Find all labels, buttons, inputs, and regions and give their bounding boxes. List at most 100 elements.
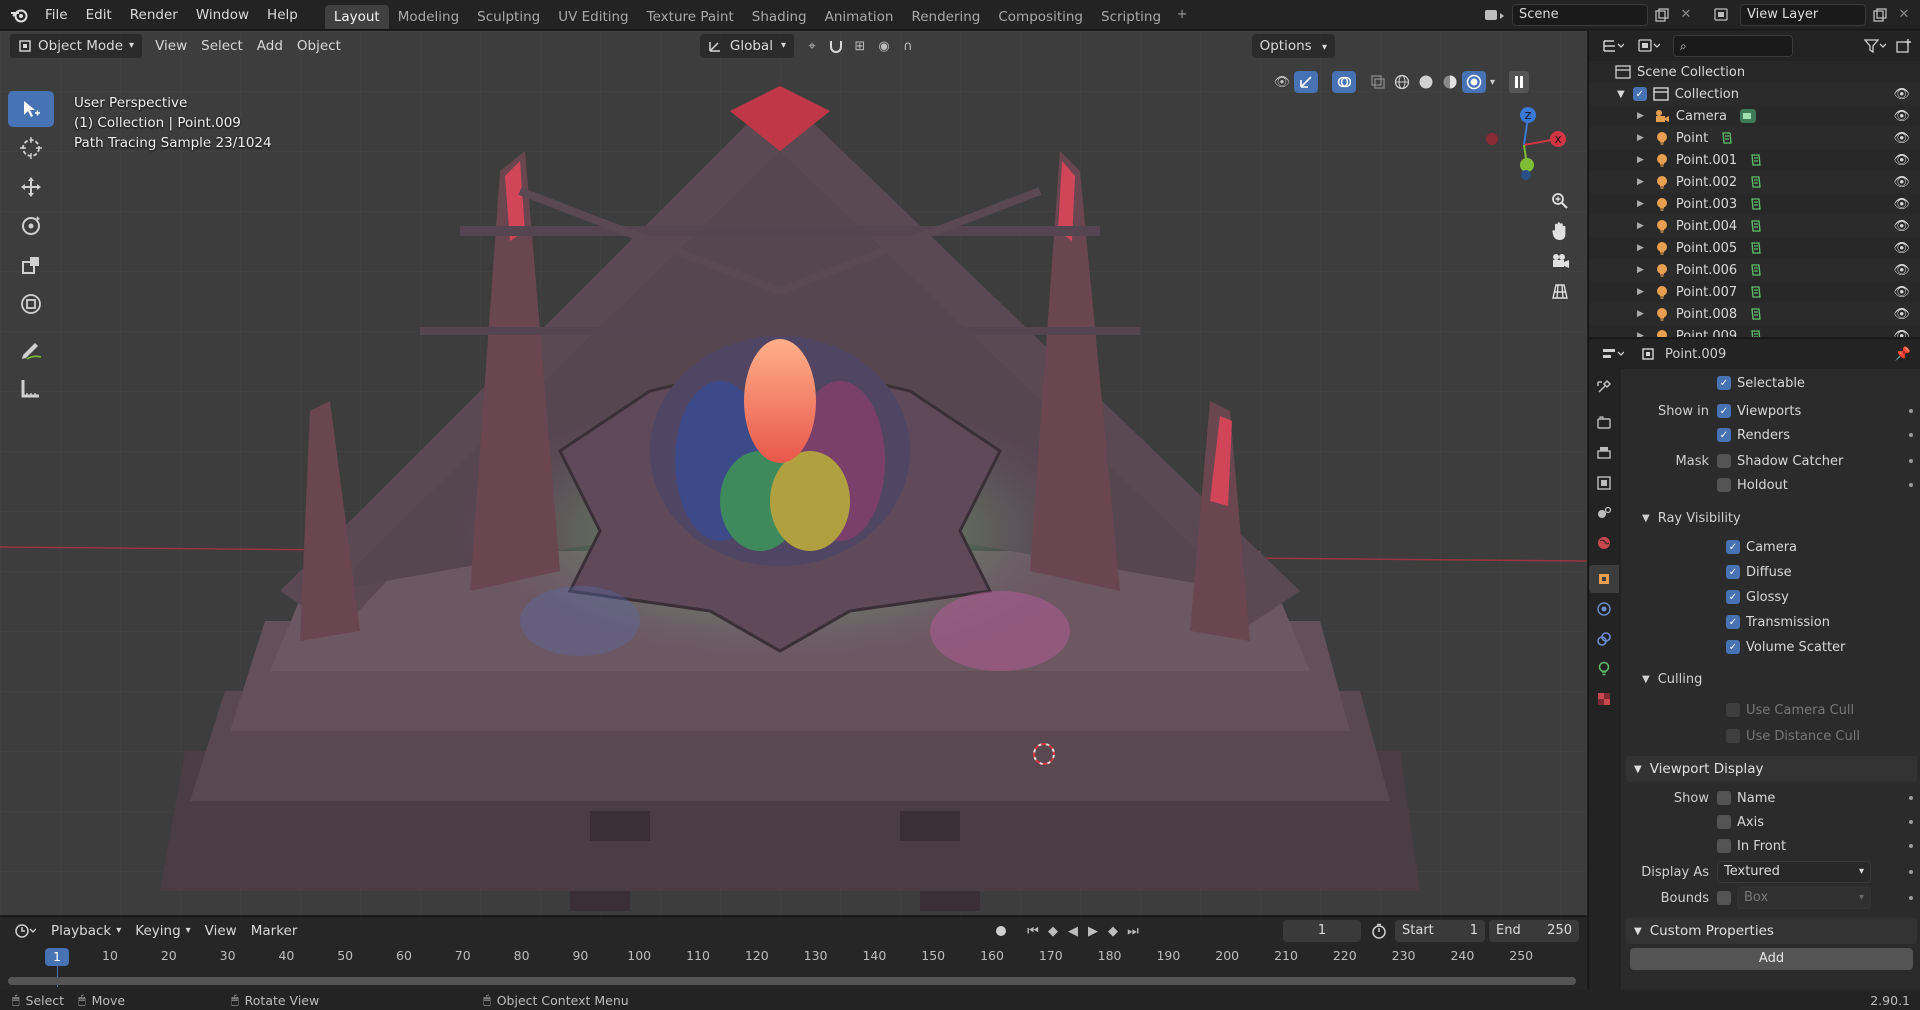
- wireframe-shading-icon[interactable]: [1390, 71, 1414, 93]
- expand-arrow-icon[interactable]: ▶: [1637, 287, 1644, 297]
- new-scene-icon[interactable]: [1650, 4, 1674, 26]
- timeline-menu-view[interactable]: View: [198, 919, 244, 943]
- gizmo-toggle-icon[interactable]: [1294, 71, 1318, 93]
- scene-tab-icon[interactable]: [1589, 499, 1619, 527]
- constraints-tab-icon[interactable]: [1589, 625, 1619, 653]
- viewport-menu-select[interactable]: Select: [194, 34, 250, 58]
- shadow-catcher-checkbox[interactable]: [1717, 454, 1731, 468]
- rendered-shading-icon[interactable]: [1462, 71, 1486, 93]
- light-data-icon[interactable]: [1749, 307, 1763, 321]
- expand-arrow-icon[interactable]: ▶: [1637, 265, 1644, 275]
- outliner-item-point-008[interactable]: ▶ Point.008 👁: [1589, 303, 1920, 325]
- expand-arrow-icon[interactable]: ▶: [1637, 221, 1644, 231]
- 3d-viewport[interactable]: Object Mode ▾ View Select Add Object Global…: [0, 31, 1587, 915]
- animate-property-dot[interactable]: [1909, 433, 1913, 437]
- visibility-icon[interactable]: 👁: [1270, 71, 1294, 93]
- animate-property-dot[interactable]: [1909, 409, 1913, 413]
- light-data-icon[interactable]: [1749, 219, 1763, 233]
- eye-icon[interactable]: 👁: [1893, 131, 1910, 146]
- renders-checkbox[interactable]: ✓: [1717, 428, 1731, 442]
- animate-property-dot[interactable]: [1909, 870, 1913, 874]
- menu-file[interactable]: File: [36, 0, 77, 30]
- ray-transmission-checkbox[interactable]: ✓: [1726, 615, 1740, 629]
- outliner-item-point[interactable]: ▶ Point 👁: [1589, 127, 1920, 149]
- animate-property-dot[interactable]: [1909, 483, 1913, 487]
- use-distance-cull-checkbox[interactable]: [1726, 729, 1740, 743]
- new-view-layer-icon[interactable]: [1868, 4, 1892, 26]
- workspace-tab-shading[interactable]: Shading: [743, 5, 816, 29]
- object-tab-icon[interactable]: [1589, 565, 1619, 593]
- animate-property-dot[interactable]: [1909, 896, 1913, 900]
- navigation-gizmo[interactable]: Z X: [1476, 97, 1572, 193]
- timeline-menu-marker[interactable]: Marker: [244, 919, 305, 943]
- blender-logo-icon[interactable]: [2, 4, 36, 26]
- add-workspace-icon[interactable]: +: [1170, 4, 1194, 26]
- workspace-tab-animation[interactable]: Animation: [816, 5, 903, 29]
- world-tab-icon[interactable]: [1589, 529, 1619, 557]
- light-data-icon[interactable]: [1749, 285, 1763, 299]
- light-data-icon[interactable]: [1749, 329, 1763, 337]
- rotate-tool[interactable]: [8, 208, 54, 244]
- physics-tab-icon[interactable]: [1589, 595, 1619, 623]
- collapse-arrow-icon[interactable]: ▼: [1617, 89, 1625, 100]
- editor-type-outliner-icon[interactable]: [1595, 35, 1631, 57]
- view-layer-tab-icon[interactable]: [1589, 469, 1619, 497]
- menu-window[interactable]: Window: [187, 0, 258, 30]
- axis-checkbox[interactable]: [1717, 815, 1731, 829]
- eye-icon[interactable]: 👁: [1893, 263, 1910, 278]
- move-tool[interactable]: [8, 169, 54, 205]
- eye-icon[interactable]: 👁: [1893, 87, 1910, 102]
- animate-property-dot[interactable]: [1909, 820, 1913, 824]
- display-mode-icon[interactable]: [1631, 35, 1667, 57]
- expand-arrow-icon[interactable]: ▶: [1637, 177, 1644, 187]
- expand-arrow-icon[interactable]: ▶: [1637, 133, 1644, 143]
- material-shading-icon[interactable]: [1438, 71, 1462, 93]
- measure-tool[interactable]: [8, 370, 54, 406]
- eye-icon[interactable]: 👁: [1893, 197, 1910, 212]
- light-data-icon[interactable]: [1749, 197, 1763, 211]
- light-data-icon[interactable]: [1749, 241, 1763, 255]
- menu-render[interactable]: Render: [121, 0, 187, 30]
- workspace-tab-texture-paint[interactable]: Texture Paint: [638, 5, 743, 29]
- menu-help[interactable]: Help: [258, 0, 307, 30]
- name-checkbox[interactable]: [1717, 791, 1731, 805]
- workspace-tab-sculpting[interactable]: Sculpting: [468, 5, 549, 29]
- workspace-tab-rendering[interactable]: Rendering: [902, 5, 989, 29]
- eye-icon[interactable]: 👁: [1893, 219, 1910, 234]
- falloff-icon[interactable]: ∩: [896, 35, 920, 57]
- timeline-scrollbar[interactable]: [8, 977, 1576, 985]
- light-data-icon[interactable]: [1749, 153, 1763, 167]
- outliner-item-camera[interactable]: ▶ Camera 👁: [1589, 105, 1920, 127]
- light-data-icon[interactable]: [1720, 131, 1734, 145]
- editor-type-timeline-icon[interactable]: [6, 920, 44, 942]
- view-layer-field[interactable]: View Layer: [1740, 3, 1866, 26]
- proportional-editing-icon[interactable]: ◉: [872, 35, 896, 57]
- viewport-display-panel-header[interactable]: ▼ Viewport Display: [1626, 756, 1917, 782]
- select-box-tool[interactable]: [8, 91, 54, 127]
- eye-icon[interactable]: 👁: [1893, 109, 1910, 124]
- outliner-item-point-001[interactable]: ▶ Point.001 👁: [1589, 149, 1920, 171]
- use-camera-cull-checkbox[interactable]: [1726, 703, 1740, 717]
- ray-camera-checkbox[interactable]: ✓: [1726, 540, 1740, 554]
- chevron-down-icon[interactable]: ▾: [1490, 77, 1495, 88]
- xray-icon[interactable]: [1366, 71, 1390, 93]
- animate-property-dot[interactable]: [1909, 844, 1913, 848]
- filter-icon[interactable]: [1858, 35, 1892, 57]
- in-front-checkbox[interactable]: [1717, 839, 1731, 853]
- bounds-checkbox[interactable]: [1717, 891, 1731, 905]
- eye-icon[interactable]: 👁: [1893, 241, 1910, 256]
- expand-arrow-icon[interactable]: ▶: [1637, 111, 1644, 121]
- current-frame-field[interactable]: 1: [1283, 920, 1361, 942]
- holdout-checkbox[interactable]: [1717, 478, 1731, 492]
- timeline-menu-keying[interactable]: Keying ▾: [128, 919, 197, 943]
- stopwatch-icon[interactable]: [1367, 920, 1391, 942]
- play-icon[interactable]: ▶: [1083, 920, 1103, 942]
- jump-start-icon[interactable]: ⏮: [1023, 920, 1043, 942]
- display-as-dropdown[interactable]: Textured ▾: [1717, 861, 1871, 883]
- ray-visibility-subpanel-header[interactable]: ▼ Ray Visibility: [1622, 505, 1920, 531]
- output-tab-icon[interactable]: [1589, 439, 1619, 467]
- current-frame-indicator[interactable]: 1: [45, 948, 69, 966]
- light-data-tab-icon[interactable]: [1589, 655, 1619, 683]
- bounds-type-dropdown[interactable]: Box ▾: [1737, 887, 1871, 909]
- eye-icon[interactable]: 👁: [1893, 285, 1910, 300]
